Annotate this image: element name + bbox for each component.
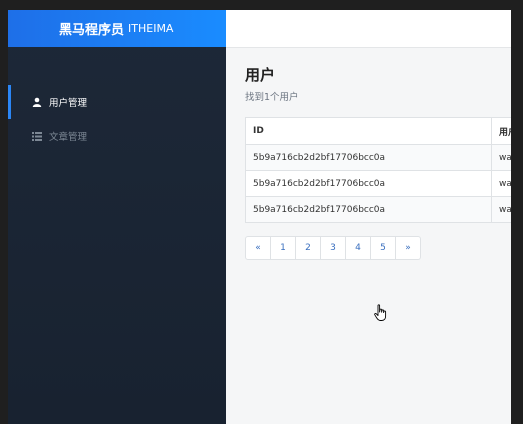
column-header-id: ID — [245, 117, 492, 145]
app-window: 黑马程序员 ITHEIMA 用户管理 文章管理 用户 找到1个用户 ID 用 5… — [8, 10, 511, 424]
cell-id: 5b9a716cb2d2bf17706bcc0a — [245, 144, 492, 171]
page-next-button[interactable]: » — [396, 236, 421, 260]
brand-name: 黑马程序员 — [59, 23, 125, 38]
top-bar — [226, 10, 511, 48]
users-table: ID 用户 5b9a716cb2d2bf17706bcc0a wa 5b9a71… — [245, 117, 511, 223]
sidebar-item-label: 用户管理 — [49, 98, 88, 109]
list-icon — [31, 131, 42, 142]
main-content: 用户 找到1个用户 ID 用户 5b9a716cb2d2bf17706bcc0a… — [226, 48, 511, 424]
sidebar-item-users[interactable]: 用户管理 — [8, 85, 226, 119]
sidebar-item-articles[interactable]: 文章管理 — [8, 119, 226, 153]
brand-logo[interactable]: 黑马程序员 ITHEIMA — [8, 10, 226, 47]
table-row[interactable]: 5b9a716cb2d2bf17706bcc0a wa — [245, 144, 511, 171]
pagination: « 1 2 3 4 5 » — [245, 236, 421, 260]
cell-user: wa — [491, 170, 511, 197]
table-header-row: ID 用户 — [245, 117, 511, 145]
brand-sub: ITHEIMA — [128, 22, 174, 35]
cell-id: 5b9a716cb2d2bf17706bcc0a — [245, 196, 492, 223]
cell-user: wa — [491, 196, 511, 223]
page-3-button[interactable]: 3 — [321, 236, 346, 260]
sidebar: 黑马程序员 ITHEIMA 用户管理 文章管理 — [8, 10, 226, 424]
table-row[interactable]: 5b9a716cb2d2bf17706bcc0a wa — [245, 170, 511, 197]
page-4-button[interactable]: 4 — [346, 236, 371, 260]
sidebar-item-label: 文章管理 — [49, 132, 88, 143]
hand-cursor-icon — [374, 304, 388, 326]
page-2-button[interactable]: 2 — [296, 236, 321, 260]
result-count: 找到1个用户 — [245, 92, 299, 103]
cell-user: wa — [491, 144, 511, 171]
table-row[interactable]: 5b9a716cb2d2bf17706bcc0a wa — [245, 196, 511, 223]
page-1-button[interactable]: 1 — [271, 236, 296, 260]
cell-id: 5b9a716cb2d2bf17706bcc0a — [245, 170, 492, 197]
page-prev-button[interactable]: « — [245, 236, 271, 260]
column-header-user: 用户 — [491, 117, 511, 145]
page-5-button[interactable]: 5 — [371, 236, 396, 260]
sidebar-nav: 用户管理 文章管理 — [8, 85, 226, 153]
user-icon — [31, 97, 42, 108]
page-title: 用户 — [245, 66, 276, 84]
